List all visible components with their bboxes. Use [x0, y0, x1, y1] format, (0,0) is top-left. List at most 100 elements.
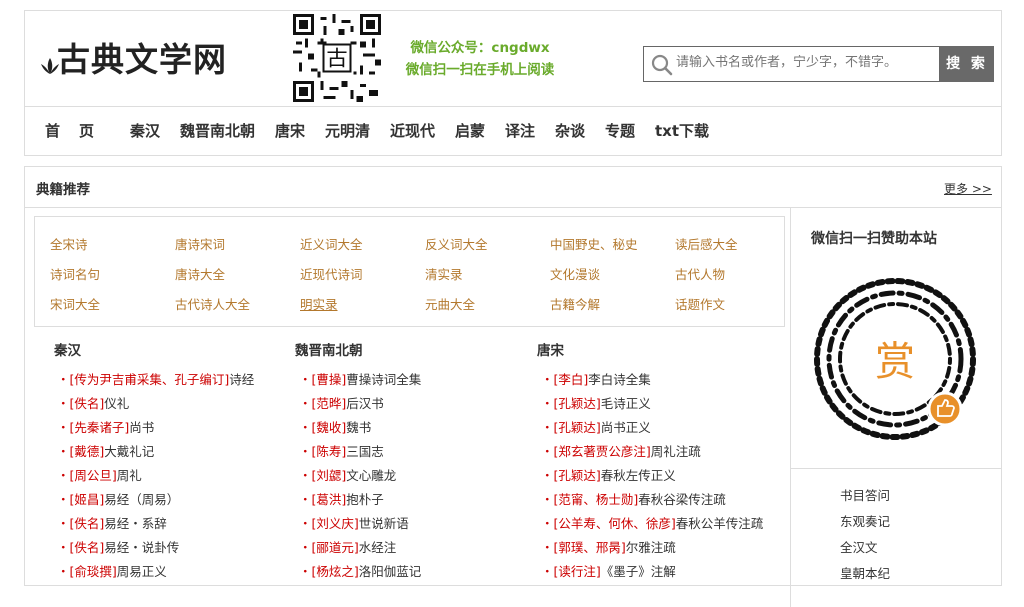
book-author[interactable]: [孔颖达]	[554, 396, 601, 411]
nav-jinxiandai[interactable]: 近现代	[390, 120, 435, 141]
column-title-tangsong[interactable]: 唐宋	[537, 339, 564, 359]
book-title[interactable]: 春秋左传正义	[601, 468, 676, 483]
recommend-link[interactable]: 唐诗大全	[175, 264, 225, 283]
recommend-link[interactable]: 诗词名句	[50, 264, 100, 283]
book-item[interactable]: ・[范甯、杨士勋]春秋谷梁传注疏	[541, 489, 726, 508]
book-author[interactable]: [佚名]	[70, 516, 105, 531]
recommend-link[interactable]: 近义词大全	[300, 234, 363, 253]
recommend-link[interactable]: 全宋诗	[50, 234, 88, 253]
book-item[interactable]: ・[先秦诸子]尚书	[57, 417, 154, 436]
nav-weijin[interactable]: 魏晋南北朝	[180, 120, 255, 141]
book-title[interactable]: 春秋谷梁传注疏	[638, 492, 726, 507]
book-item[interactable]: ・[曹操]曹操诗词全集	[299, 369, 421, 388]
book-author[interactable]: [李白]	[554, 372, 589, 387]
recommend-link[interactable]: 唐诗宋词	[175, 234, 225, 253]
book-title[interactable]: 后汉书	[346, 396, 384, 411]
book-title[interactable]: 三国志	[346, 444, 384, 459]
book-item[interactable]: ・[孔颖达]尚书正义	[541, 417, 651, 436]
book-title[interactable]: 抱朴子	[346, 492, 384, 507]
recommend-link[interactable]: 明实录	[300, 294, 338, 313]
book-author[interactable]: [公羊寿、何休、徐彦]	[554, 516, 676, 531]
book-title[interactable]: 仪礼	[104, 396, 129, 411]
book-author[interactable]: [孔颖达]	[554, 420, 601, 435]
book-title[interactable]: 尚书正义	[601, 420, 651, 435]
book-item[interactable]: ・[周公旦]周礼	[57, 465, 142, 484]
book-title[interactable]: 易经（周易）	[104, 492, 179, 507]
sidebar-link[interactable]: 皇朝本纪	[840, 563, 890, 582]
book-author[interactable]: [范甯、杨士勋]	[554, 492, 639, 507]
book-author[interactable]: [姬昌]	[70, 492, 105, 507]
book-item[interactable]: ・[姬昌]易经（周易）	[57, 489, 179, 508]
book-item[interactable]: ・[郑玄著贾公彦注]周礼注疏	[541, 441, 701, 460]
book-author[interactable]: [佚名]	[70, 540, 105, 555]
book-item[interactable]: ・[陈寿]三国志	[299, 441, 384, 460]
nav-qinhan[interactable]: 秦汉	[130, 120, 160, 141]
book-title[interactable]: 李白诗全集	[588, 372, 651, 387]
recommend-link[interactable]: 文化漫谈	[550, 264, 600, 283]
recommend-link[interactable]: 反义词大全	[425, 234, 488, 253]
nav-qimeng[interactable]: 启蒙	[455, 120, 485, 141]
book-item[interactable]: ・[佚名]易经・说卦传	[57, 537, 179, 556]
book-item[interactable]: ・[佚名]仪礼	[57, 393, 129, 412]
nav-zatan[interactable]: 杂谈	[555, 120, 585, 141]
book-item[interactable]: ・[传为尹吉甫采集、孔子编订]诗经	[57, 369, 254, 388]
book-item[interactable]: ・[葛洪]抱朴子	[299, 489, 384, 508]
book-title[interactable]: 尚书	[129, 420, 154, 435]
book-title[interactable]: 世说新语	[359, 516, 409, 531]
book-item[interactable]: ・[郦道元]水经注	[299, 537, 396, 556]
book-item[interactable]: ・[杨炫之]洛阳伽蓝记	[299, 561, 421, 580]
book-title[interactable]: 春秋公羊传注疏	[676, 516, 764, 531]
nav-home[interactable]: 首 页	[45, 120, 96, 141]
search-input[interactable]	[676, 55, 934, 70]
book-title[interactable]: 周礼注疏	[651, 444, 701, 459]
book-author[interactable]: [戴德]	[70, 444, 105, 459]
nav-txt-download[interactable]: txt下载	[655, 120, 709, 141]
book-item[interactable]: ・[郭璞、邢昺]尔雅注疏	[541, 537, 676, 556]
book-author[interactable]: [刘勰]	[312, 468, 347, 483]
book-author[interactable]: [郭璞、邢昺]	[554, 540, 626, 555]
nav-zhuanti[interactable]: 专题	[605, 120, 635, 141]
sidebar-link[interactable]: 东观奏记	[840, 511, 890, 530]
more-link[interactable]: 更多 >>	[944, 180, 992, 197]
book-author[interactable]: [刘义庆]	[312, 516, 359, 531]
column-title-weijin[interactable]: 魏晋南北朝	[295, 339, 363, 359]
book-title[interactable]: 易经・系辞	[104, 516, 167, 531]
recommend-link[interactable]: 中国野史、秘史	[550, 234, 638, 253]
book-author[interactable]: [郑玄著贾公彦注]	[554, 444, 651, 459]
book-author[interactable]: [范晔]	[312, 396, 347, 411]
book-title[interactable]: 曹操诗词全集	[346, 372, 421, 387]
book-title[interactable]: 魏书	[346, 420, 371, 435]
book-title[interactable]: 水经注	[359, 540, 397, 555]
column-title-qinhan[interactable]: 秦汉	[54, 339, 81, 359]
book-item[interactable]: ・[孔颖达]春秋左传正义	[541, 465, 676, 484]
book-author[interactable]: [先秦诸子]	[70, 420, 130, 435]
book-item[interactable]: ・[公羊寿、何休、徐彦]春秋公羊传注疏	[541, 513, 763, 532]
sidebar-link[interactable]: 全汉文	[840, 537, 878, 556]
site-logo[interactable]: 古典文学网	[39, 33, 227, 81]
recommend-link[interactable]: 元曲大全	[425, 294, 475, 313]
book-item[interactable]: ・[孔颖达]毛诗正义	[541, 393, 651, 412]
book-author[interactable]: [传为尹吉甫采集、孔子编订]	[70, 372, 230, 387]
book-item[interactable]: ・[佚名]易经・系辞	[57, 513, 167, 532]
book-item[interactable]: ・[范晔]后汉书	[299, 393, 384, 412]
book-item[interactable]: ・[李白]李白诗全集	[541, 369, 651, 388]
recommend-link[interactable]: 古籍今解	[550, 294, 600, 313]
book-title[interactable]: 周礼	[117, 468, 142, 483]
book-author[interactable]: [佚名]	[70, 396, 105, 411]
book-title[interactable]: 毛诗正义	[601, 396, 651, 411]
book-item[interactable]: ・[俞琰撰]周易正义	[57, 561, 167, 580]
book-title[interactable]: 诗经	[229, 372, 254, 387]
recommend-link[interactable]: 读后感大全	[675, 234, 738, 253]
book-item[interactable]: ・[刘义庆]世说新语	[299, 513, 409, 532]
book-author[interactable]: [曹操]	[312, 372, 347, 387]
nav-yuanmingqing[interactable]: 元明清	[325, 120, 370, 141]
sidebar-link[interactable]: 书目答问	[840, 485, 890, 504]
book-item[interactable]: ・[魏收]魏书	[299, 417, 371, 436]
recommend-link[interactable]: 宋词大全	[50, 294, 100, 313]
book-title[interactable]: 文心雕龙	[346, 468, 396, 483]
nav-yizhu[interactable]: 译注	[505, 120, 535, 141]
book-title[interactable]: 易经・说卦传	[104, 540, 179, 555]
recommend-link[interactable]: 清实录	[425, 264, 463, 283]
recommend-link[interactable]: 话题作文	[675, 294, 725, 313]
book-item[interactable]: ・[刘勰]文心雕龙	[299, 465, 396, 484]
